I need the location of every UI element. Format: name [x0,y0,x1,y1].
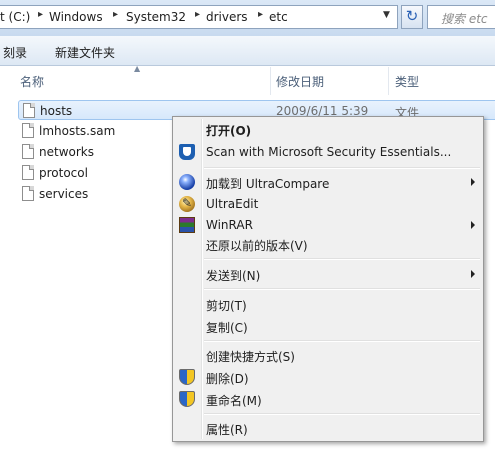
address-dropdown-icon[interactable]: ▼ [383,10,390,20]
uac-shield-icon [179,369,195,385]
menu-separator [204,413,480,415]
menu-item-open[interactable]: 打开(O) [175,119,481,139]
file-name: protocol [39,166,88,180]
winrar-icon [179,217,195,233]
menu-separator [204,340,480,342]
file-name: lmhosts.sam [39,124,116,138]
document-icon [22,144,34,159]
column-header-date[interactable]: 修改日期 [276,73,324,90]
menu-item-label: UltraEdit [206,197,259,211]
document-icon [22,165,34,180]
column-divider[interactable] [388,67,389,95]
submenu-arrow-icon [471,178,475,186]
menu-item-copy[interactable]: 复制(C) [175,316,481,336]
menu-item-label: 属性(R) [206,423,248,437]
menu-item-properties[interactable]: 属性(R) [175,418,481,438]
menu-item-rename[interactable]: 重命名(M) [175,389,481,409]
menu-item-label: 重命名(M) [206,394,262,408]
refresh-icon: ↻ [405,7,419,25]
menu-item-restore-versions[interactable]: 还原以前的版本(V) [175,234,481,254]
breadcrumb-drive[interactable]: t (C:) [0,10,30,24]
menu-item-scan[interactable]: Scan with Microsoft Security Essentials.… [175,142,481,162]
menu-item-label: 加载到 UltraCompare [206,177,330,191]
command-bar: 刻录 新建文件夹 [0,36,495,66]
refresh-button[interactable]: ↻ [401,5,423,29]
menu-item-ultraedit[interactable]: UltraEdit [175,194,481,214]
search-placeholder: 搜索 etc [441,12,488,26]
menu-item-label: 复制(C) [206,321,248,335]
menu-item-label: 创建快捷方式(S) [206,350,295,364]
context-menu: 打开(O) Scan with Microsoft Security Essen… [172,116,484,442]
file-row-services[interactable]: services [18,184,178,204]
security-essentials-icon [179,144,195,160]
menu-item-label: 发送到(N) [206,269,261,283]
menu-separator [204,288,480,290]
new-folder-button[interactable]: 新建文件夹 [55,44,115,61]
ultraedit-icon [179,196,195,212]
column-header-name[interactable]: 名称 [20,73,44,90]
breadcrumb-etc[interactable]: etc [269,10,288,24]
breadcrumb-drivers[interactable]: drivers [206,10,248,24]
menu-item-cut[interactable]: 剪切(T) [175,294,481,314]
uac-shield-icon [179,391,195,407]
menu-item-label: 打开(O) [206,124,252,138]
column-header-type[interactable]: 类型 [395,73,419,90]
breadcrumb-windows[interactable]: Windows [49,10,103,24]
submenu-arrow-icon [471,221,475,229]
breadcrumb-separator-icon[interactable]: ▸ [258,9,263,20]
submenu-arrow-icon [471,270,475,278]
breadcrumb-separator-icon[interactable]: ▸ [113,9,118,20]
menu-item-label: Scan with Microsoft Security Essentials.… [206,145,452,159]
breadcrumb-system32[interactable]: System32 [126,10,186,24]
address-bar[interactable]: t (C:) ▸ Windows ▸ System32 ▸ drivers ▸ … [0,5,398,29]
column-divider[interactable] [270,67,271,95]
ultracompare-icon [179,174,195,190]
file-row-protocol[interactable]: protocol [18,163,178,183]
menu-separator [204,258,480,260]
menu-item-create-shortcut[interactable]: 创建快捷方式(S) [175,345,481,365]
menu-separator [204,167,480,169]
menu-item-label: 剪切(T) [206,299,247,313]
breadcrumb-separator-icon[interactable]: ▸ [195,9,200,20]
file-row-lmhosts[interactable]: lmhosts.sam [18,121,178,141]
file-name: hosts [40,104,73,118]
file-name: services [39,187,89,201]
sort-ascending-icon: ▲ [134,64,141,73]
document-icon [23,103,35,118]
menu-item-send-to[interactable]: 发送到(N) [175,264,481,284]
menu-item-winrar[interactable]: WinRAR [175,215,481,235]
address-bar-row: t (C:) ▸ Windows ▸ System32 ▸ drivers ▸ … [0,0,495,36]
file-name: networks [39,145,94,159]
document-icon [22,186,34,201]
menu-item-ultracompare[interactable]: 加载到 UltraCompare [175,172,481,192]
menu-item-label: 删除(D) [206,372,249,386]
burn-button[interactable]: 刻录 [3,44,27,61]
document-icon [22,123,34,138]
menu-item-label: WinRAR [206,218,253,232]
file-row-networks[interactable]: networks [18,142,178,162]
search-input[interactable]: 搜索 etc [427,5,495,29]
menu-item-label: 还原以前的版本(V) [206,239,308,253]
menu-item-delete[interactable]: 删除(D) [175,367,481,387]
breadcrumb-separator-icon[interactable]: ▸ [38,9,43,20]
